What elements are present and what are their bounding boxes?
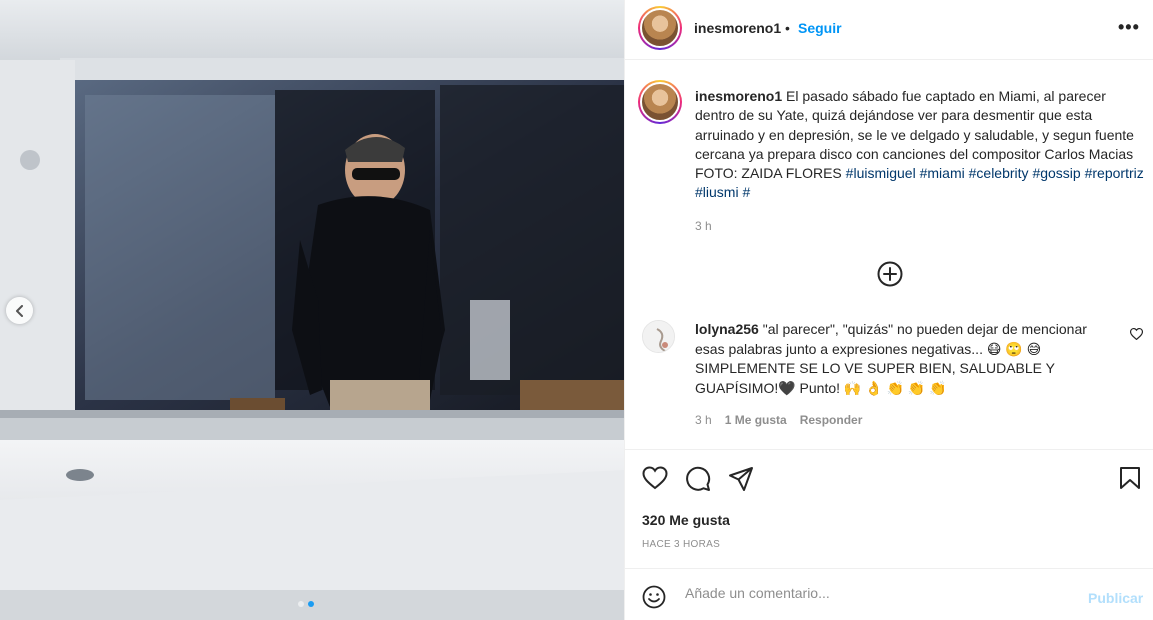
carousel-dot	[298, 601, 304, 607]
hashtag-link[interactable]: #reportriz	[1085, 165, 1144, 181]
comment-likes[interactable]: 1 Me gusta	[725, 413, 787, 427]
caption-avatar[interactable]	[638, 80, 682, 124]
comment-like-heart-icon[interactable]	[1130, 328, 1143, 340]
header-separator: •	[785, 20, 790, 36]
hashtag-link[interactable]: #luismiguel	[846, 165, 916, 181]
comment-input[interactable]	[685, 585, 1075, 601]
carousel-dot-active	[308, 601, 314, 607]
post-actions: 320 Me gusta HACE 3 HORAS	[625, 449, 1153, 569]
post-side-panel: inesmoreno1 • Seguir ••• inesmoreno1 El …	[624, 0, 1153, 620]
post-caption: inesmoreno1 El pasado sábado fue captado…	[695, 87, 1147, 203]
hashtag-link[interactable]: #liusmi	[695, 184, 739, 200]
post-photo[interactable]	[0, 0, 624, 620]
comment-body: lolyna256 "al parecer", "quizás" no pued…	[695, 320, 1120, 398]
caption-username[interactable]: inesmoreno1	[695, 88, 782, 104]
follow-button[interactable]: Seguir	[798, 20, 842, 36]
comment-username[interactable]: lolyna256	[695, 321, 759, 337]
comment-meta: 3 h 1 Me gusta Responder	[695, 413, 862, 427]
comment-emojis-1: 😷 🙄 😅	[986, 340, 1042, 357]
paper-plane-icon[interactable]	[728, 466, 754, 492]
heart-icon[interactable]	[642, 466, 668, 490]
comment-timestamp[interactable]: 3 h	[695, 413, 712, 427]
commenter-avatar[interactable]	[642, 320, 675, 353]
carousel-indicator	[298, 601, 314, 607]
hashtag-link[interactable]: #celebrity	[969, 165, 1029, 181]
commenter-avatar-image	[643, 321, 674, 352]
hashtag-link[interactable]: #	[742, 184, 750, 200]
post-timestamp[interactable]: HACE 3 HORAS	[642, 539, 720, 550]
yacht-photo-image	[0, 0, 624, 620]
more-options-icon[interactable]: •••	[1118, 17, 1140, 38]
author-username[interactable]: inesmoreno1	[694, 20, 781, 36]
reply-button[interactable]: Responder	[800, 413, 863, 427]
bookmark-icon[interactable]	[1119, 466, 1141, 490]
carousel-prev-button[interactable]	[6, 297, 33, 324]
post-header: inesmoreno1 • Seguir •••	[625, 0, 1153, 60]
likes-count[interactable]: 320 Me gusta	[642, 512, 730, 528]
publish-button[interactable]: Publicar	[1088, 590, 1143, 606]
plus-circle-icon[interactable]	[877, 261, 903, 287]
chevron-left-icon	[15, 304, 23, 317]
smiley-icon[interactable]	[642, 585, 666, 609]
caption-timestamp[interactable]: 3 h	[695, 219, 712, 233]
hashtag-link[interactable]: #miami	[920, 165, 965, 181]
avatar[interactable]	[638, 6, 682, 50]
comment-emojis-2: 🙌 👌 👏 👏 👏	[843, 379, 947, 396]
hashtag-link[interactable]: #gossip	[1032, 165, 1080, 181]
comment-icon[interactable]	[685, 466, 711, 492]
comment-composer: Publicar	[625, 568, 1153, 620]
